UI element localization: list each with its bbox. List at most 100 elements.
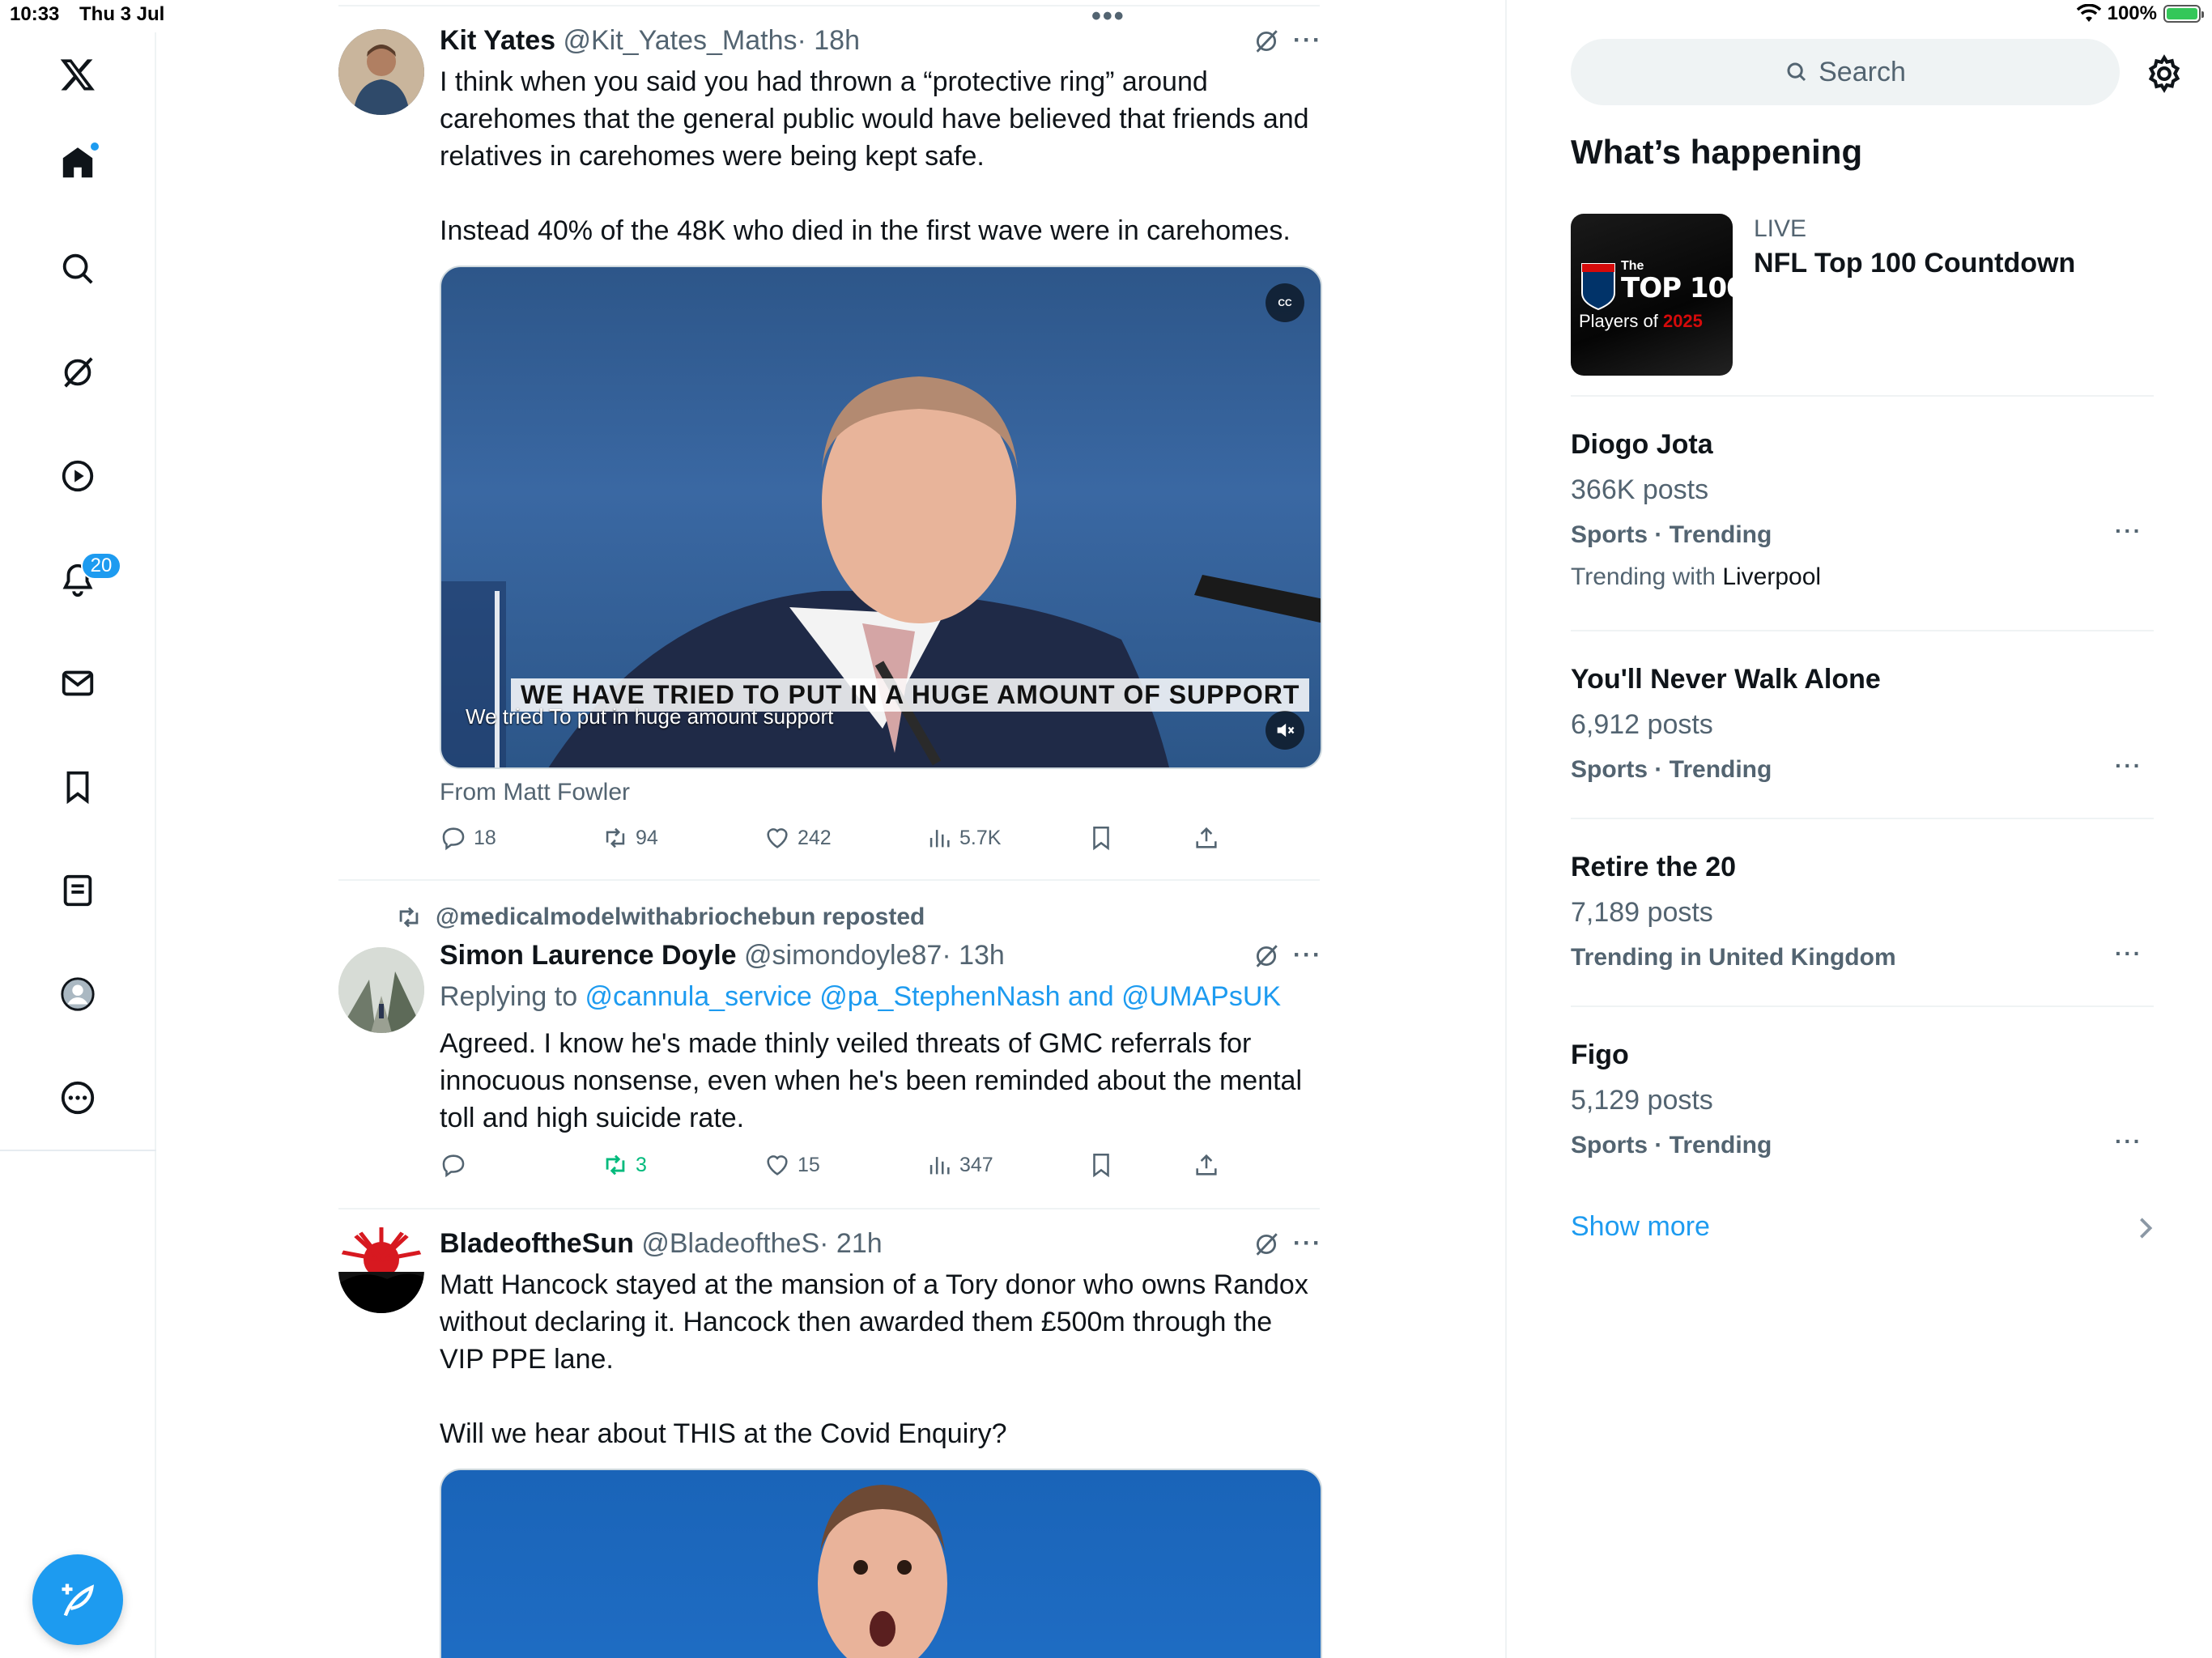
compose-feather-icon [62, 1584, 95, 1617]
trend-more-button[interactable]: ··· [2115, 518, 2142, 544]
tweet-time[interactable]: · 18h [798, 25, 861, 56]
share-button[interactable] [1193, 1151, 1220, 1179]
tweet-author-name[interactable]: BladeoftheSun [440, 1228, 634, 1259]
live-event-thumbnail[interactable]: The TOP 100 Players of 2025 [1571, 214, 1733, 376]
nav-more[interactable] [53, 1073, 102, 1122]
reply-button[interactable] [440, 1151, 474, 1179]
tweet-divider [338, 879, 1320, 881]
search-placeholder: Search [1819, 56, 1906, 87]
thumb-players-of: Players of [1579, 311, 1658, 331]
reposted-by: @medicalmodelwithabriochebun reposted [436, 903, 925, 930]
bookmark-icon [1093, 1153, 1109, 1178]
bookmark-button[interactable] [1087, 824, 1115, 852]
repost-button[interactable]: 94 [602, 824, 658, 852]
view-count: 347 [959, 1153, 993, 1176]
nav-lists[interactable] [53, 866, 102, 915]
video-subtitle: We tried To put in huge amount support [466, 704, 834, 729]
nav-grok[interactable] [53, 348, 102, 397]
trend-more-button[interactable]: ··· [2115, 941, 2142, 967]
trend-title: Figo [1571, 1039, 1629, 1070]
grok-icon[interactable] [1253, 28, 1280, 55]
trend-category: Sports · Trending [1571, 1132, 1772, 1158]
trend-divider [1571, 630, 2154, 631]
captions-button[interactable]: CC [1266, 283, 1304, 322]
tweet-author-handle[interactable]: @simondoyle87 [744, 940, 942, 971]
share-button[interactable] [1193, 824, 1220, 852]
avatar-photo [338, 29, 424, 115]
tweet-image[interactable] [440, 1469, 1322, 1658]
analytics-icon [929, 1157, 950, 1175]
drag-handle-dots[interactable]: ••• [1091, 2, 1125, 30]
grok-icon[interactable] [1253, 1231, 1280, 1258]
nav-explore[interactable] [53, 244, 102, 293]
gear-icon[interactable] [2144, 53, 2184, 94]
live-event-title[interactable]: NFL Top 100 Countdown [1754, 248, 2075, 279]
views-button[interactable]: 5.7K [925, 824, 1001, 852]
tweet-time[interactable]: · 13h [942, 940, 1005, 971]
repost-icon [606, 1154, 625, 1175]
trend-with-term[interactable]: Liverpool [1722, 563, 1821, 590]
search-icon [1787, 62, 1806, 82]
avatar[interactable] [338, 947, 424, 1033]
reply-button[interactable]: 18 [440, 824, 496, 852]
trend-category: Sports · Trending [1571, 756, 1772, 783]
replying-to-prefix: Replying to [440, 981, 585, 1012]
nav-messages[interactable] [53, 659, 102, 708]
show-more-link[interactable]: Show more [1571, 1211, 1710, 1243]
tweet-author-name[interactable]: Simon Laurence Doyle [440, 940, 737, 971]
repost-indicator[interactable]: @medicalmodelwithabriochebun reposted [395, 903, 925, 931]
reply-icon [442, 827, 465, 851]
thumb-players: Players of 2025 [1579, 311, 1703, 332]
tweet-more-button[interactable]: ··· [1293, 23, 1322, 58]
avatar[interactable] [338, 29, 424, 115]
tweet-author-name[interactable]: Kit Yates [440, 25, 555, 56]
timeline: ••• Kit Yates @Kit_Yates_Maths· 18h ··· … [338, 0, 1322, 1658]
replying-to: Replying to @cannula_service @pa_Stephen… [440, 978, 1322, 1015]
speaker-muted-icon [1277, 723, 1295, 738]
nav-bookmarks[interactable] [53, 763, 102, 811]
replying-to-users[interactable]: @cannula_service @pa_StephenNash and @UM… [585, 981, 1282, 1012]
trend-more-button[interactable]: ··· [2115, 1129, 2142, 1154]
like-button[interactable]: 15 [764, 1151, 820, 1179]
tweet-more-button[interactable]: ··· [1293, 937, 1322, 973]
repost-button[interactable]: 3 [602, 1151, 647, 1179]
nav-video[interactable] [53, 452, 102, 500]
right-sidebar: Search What’s happening The TOP 100 Play… [1571, 0, 2202, 1658]
trend-with-prefix: Trending with [1571, 563, 1723, 590]
like-count: 15 [798, 1153, 820, 1176]
x-logo-icon[interactable] [53, 50, 102, 99]
trend-title: Diogo Jota [1571, 429, 1713, 460]
status-date: Thu 3 Jul [79, 3, 165, 25]
media-source[interactable]: From Matt Fowler [440, 779, 630, 806]
tweet-more-button[interactable]: ··· [1293, 1226, 1322, 1261]
nav-profile[interactable] [53, 970, 102, 1018]
search-input[interactable]: Search [1571, 39, 2120, 105]
tweet-author-handle[interactable]: @Kit_Yates_Maths [563, 25, 797, 56]
like-count: 242 [798, 826, 832, 849]
bookmark-button[interactable] [1087, 1151, 1115, 1179]
like-button[interactable]: 242 [764, 824, 832, 852]
tweet-video[interactable]: CC WE HAVE TRIED TO PUT IN A HUGE AMOUNT… [440, 266, 1322, 769]
avatar[interactable] [338, 1227, 424, 1313]
nav-notifications[interactable]: 20 [53, 552, 121, 604]
grok-icon[interactable] [1253, 942, 1280, 970]
tweet-actions: 3 15 347 [440, 1151, 1322, 1187]
tweet-time[interactable]: · 21h [819, 1228, 883, 1259]
trend-title: Retire the 20 [1571, 852, 1737, 882]
mute-button[interactable] [1266, 711, 1304, 750]
tweet-text: I think when you said you had thrown a “… [440, 66, 1309, 246]
share-icon [1196, 827, 1217, 848]
trend-more-button[interactable]: ··· [2115, 753, 2142, 779]
nav-home[interactable] [53, 139, 102, 188]
thumb-top-100: TOP 100 [1621, 272, 1733, 304]
compose-button[interactable] [32, 1554, 123, 1645]
tweet-header: Simon Laurence Doyle @simondoyle87· 13h … [440, 937, 1322, 973]
envelope-icon [62, 670, 94, 696]
heart-icon [767, 828, 788, 848]
views-button[interactable]: 347 [925, 1151, 993, 1179]
tweet-text: Agreed. I know he's made thinly veiled t… [440, 1028, 1310, 1133]
repost-icon [606, 827, 625, 848]
search-icon [62, 253, 93, 284]
tweet-author-handle[interactable]: @BladeoftheS [641, 1228, 819, 1259]
tweet-header: Kit Yates @Kit_Yates_Maths· 18h ··· [440, 23, 1322, 58]
